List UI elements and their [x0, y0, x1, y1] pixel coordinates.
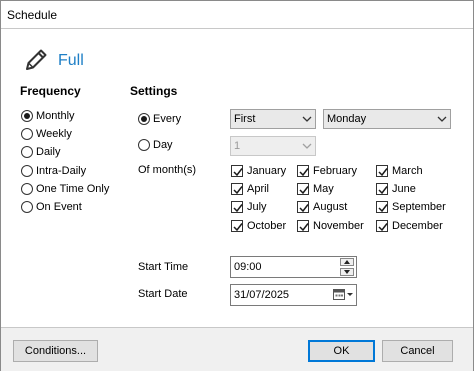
month-checkbox-may[interactable]: May — [297, 181, 334, 197]
day-number-select[interactable]: 1 — [230, 136, 316, 156]
start-date-input[interactable]: 31/07/2025 — [230, 284, 357, 306]
radio-selected-icon — [138, 113, 150, 125]
mode-label: Full — [58, 52, 84, 69]
radio-icon — [21, 183, 33, 195]
spin-up-icon[interactable] — [340, 258, 354, 266]
checkmark-icon — [231, 220, 243, 232]
radio-icon — [21, 201, 33, 213]
month-checkbox-october[interactable]: October — [231, 218, 286, 234]
time-spinner — [340, 258, 354, 276]
checkmark-icon — [231, 201, 243, 213]
ordinal-select[interactable]: First — [230, 109, 316, 129]
month-checkbox-july[interactable]: July — [231, 199, 267, 215]
checkmark-icon — [231, 183, 243, 195]
month-checkbox-august[interactable]: August — [297, 199, 347, 215]
checkmark-icon — [297, 165, 309, 177]
frequency-heading: Frequency — [20, 84, 81, 98]
window-title: Schedule — [7, 8, 58, 22]
conditions-button[interactable]: Conditions... — [13, 340, 98, 362]
start-date-label: Start Date — [138, 288, 188, 300]
checkmark-icon — [376, 183, 388, 195]
month-checkbox-february[interactable]: February — [297, 163, 357, 179]
frequency-option-daily[interactable]: Daily — [21, 144, 60, 160]
frequency-option-on-event[interactable]: On Event — [21, 199, 82, 215]
months-label: Of month(s) — [138, 164, 197, 176]
start-time-label: Start Time — [138, 261, 189, 273]
start-time-input[interactable]: 09:00 — [230, 256, 357, 278]
calendar-dropdown-icon[interactable] — [332, 286, 354, 304]
checkmark-icon — [297, 201, 309, 213]
chevron-down-icon — [299, 110, 315, 128]
dialog-footer: Conditions... OK Cancel — [1, 327, 473, 371]
frequency-option-one-time-only[interactable]: One Time Only — [21, 181, 109, 197]
month-checkbox-november[interactable]: November — [297, 218, 364, 234]
chevron-down-icon — [434, 110, 450, 128]
month-checkbox-march[interactable]: March — [376, 163, 423, 179]
radio-icon — [21, 165, 33, 177]
frequency-option-intra-daily[interactable]: Intra-Daily — [21, 163, 86, 179]
settings-heading: Settings — [130, 84, 178, 98]
month-checkbox-june[interactable]: June — [376, 181, 416, 197]
radio-selected-icon — [21, 110, 33, 122]
pencil-icon — [23, 47, 49, 73]
schedule-dialog: Schedule Full Frequency Monthly Weekly D… — [0, 0, 474, 371]
every-radio[interactable]: Every — [138, 111, 181, 127]
radio-icon — [21, 128, 33, 140]
month-checkbox-december[interactable]: December — [376, 218, 443, 234]
frequency-option-weekly[interactable]: Weekly — [21, 126, 72, 142]
frequency-option-monthly[interactable]: Monthly — [21, 108, 75, 124]
month-checkbox-september[interactable]: September — [376, 199, 446, 215]
cancel-button[interactable]: Cancel — [382, 340, 453, 362]
chevron-down-icon — [299, 137, 315, 155]
month-checkbox-april[interactable]: April — [231, 181, 269, 197]
day-radio[interactable]: Day — [138, 137, 173, 153]
checkmark-icon — [376, 201, 388, 213]
checkmark-icon — [376, 220, 388, 232]
title-bar: Schedule — [1, 1, 473, 29]
radio-icon — [21, 146, 33, 158]
weekday-select[interactable]: Monday — [323, 109, 451, 129]
month-checkbox-january[interactable]: January — [231, 163, 286, 179]
checkmark-icon — [297, 183, 309, 195]
radio-icon — [138, 139, 150, 151]
checkmark-icon — [231, 165, 243, 177]
checkmark-icon — [297, 220, 309, 232]
checkmark-icon — [376, 165, 388, 177]
ok-button[interactable]: OK — [308, 340, 375, 362]
spin-down-icon[interactable] — [340, 268, 354, 276]
